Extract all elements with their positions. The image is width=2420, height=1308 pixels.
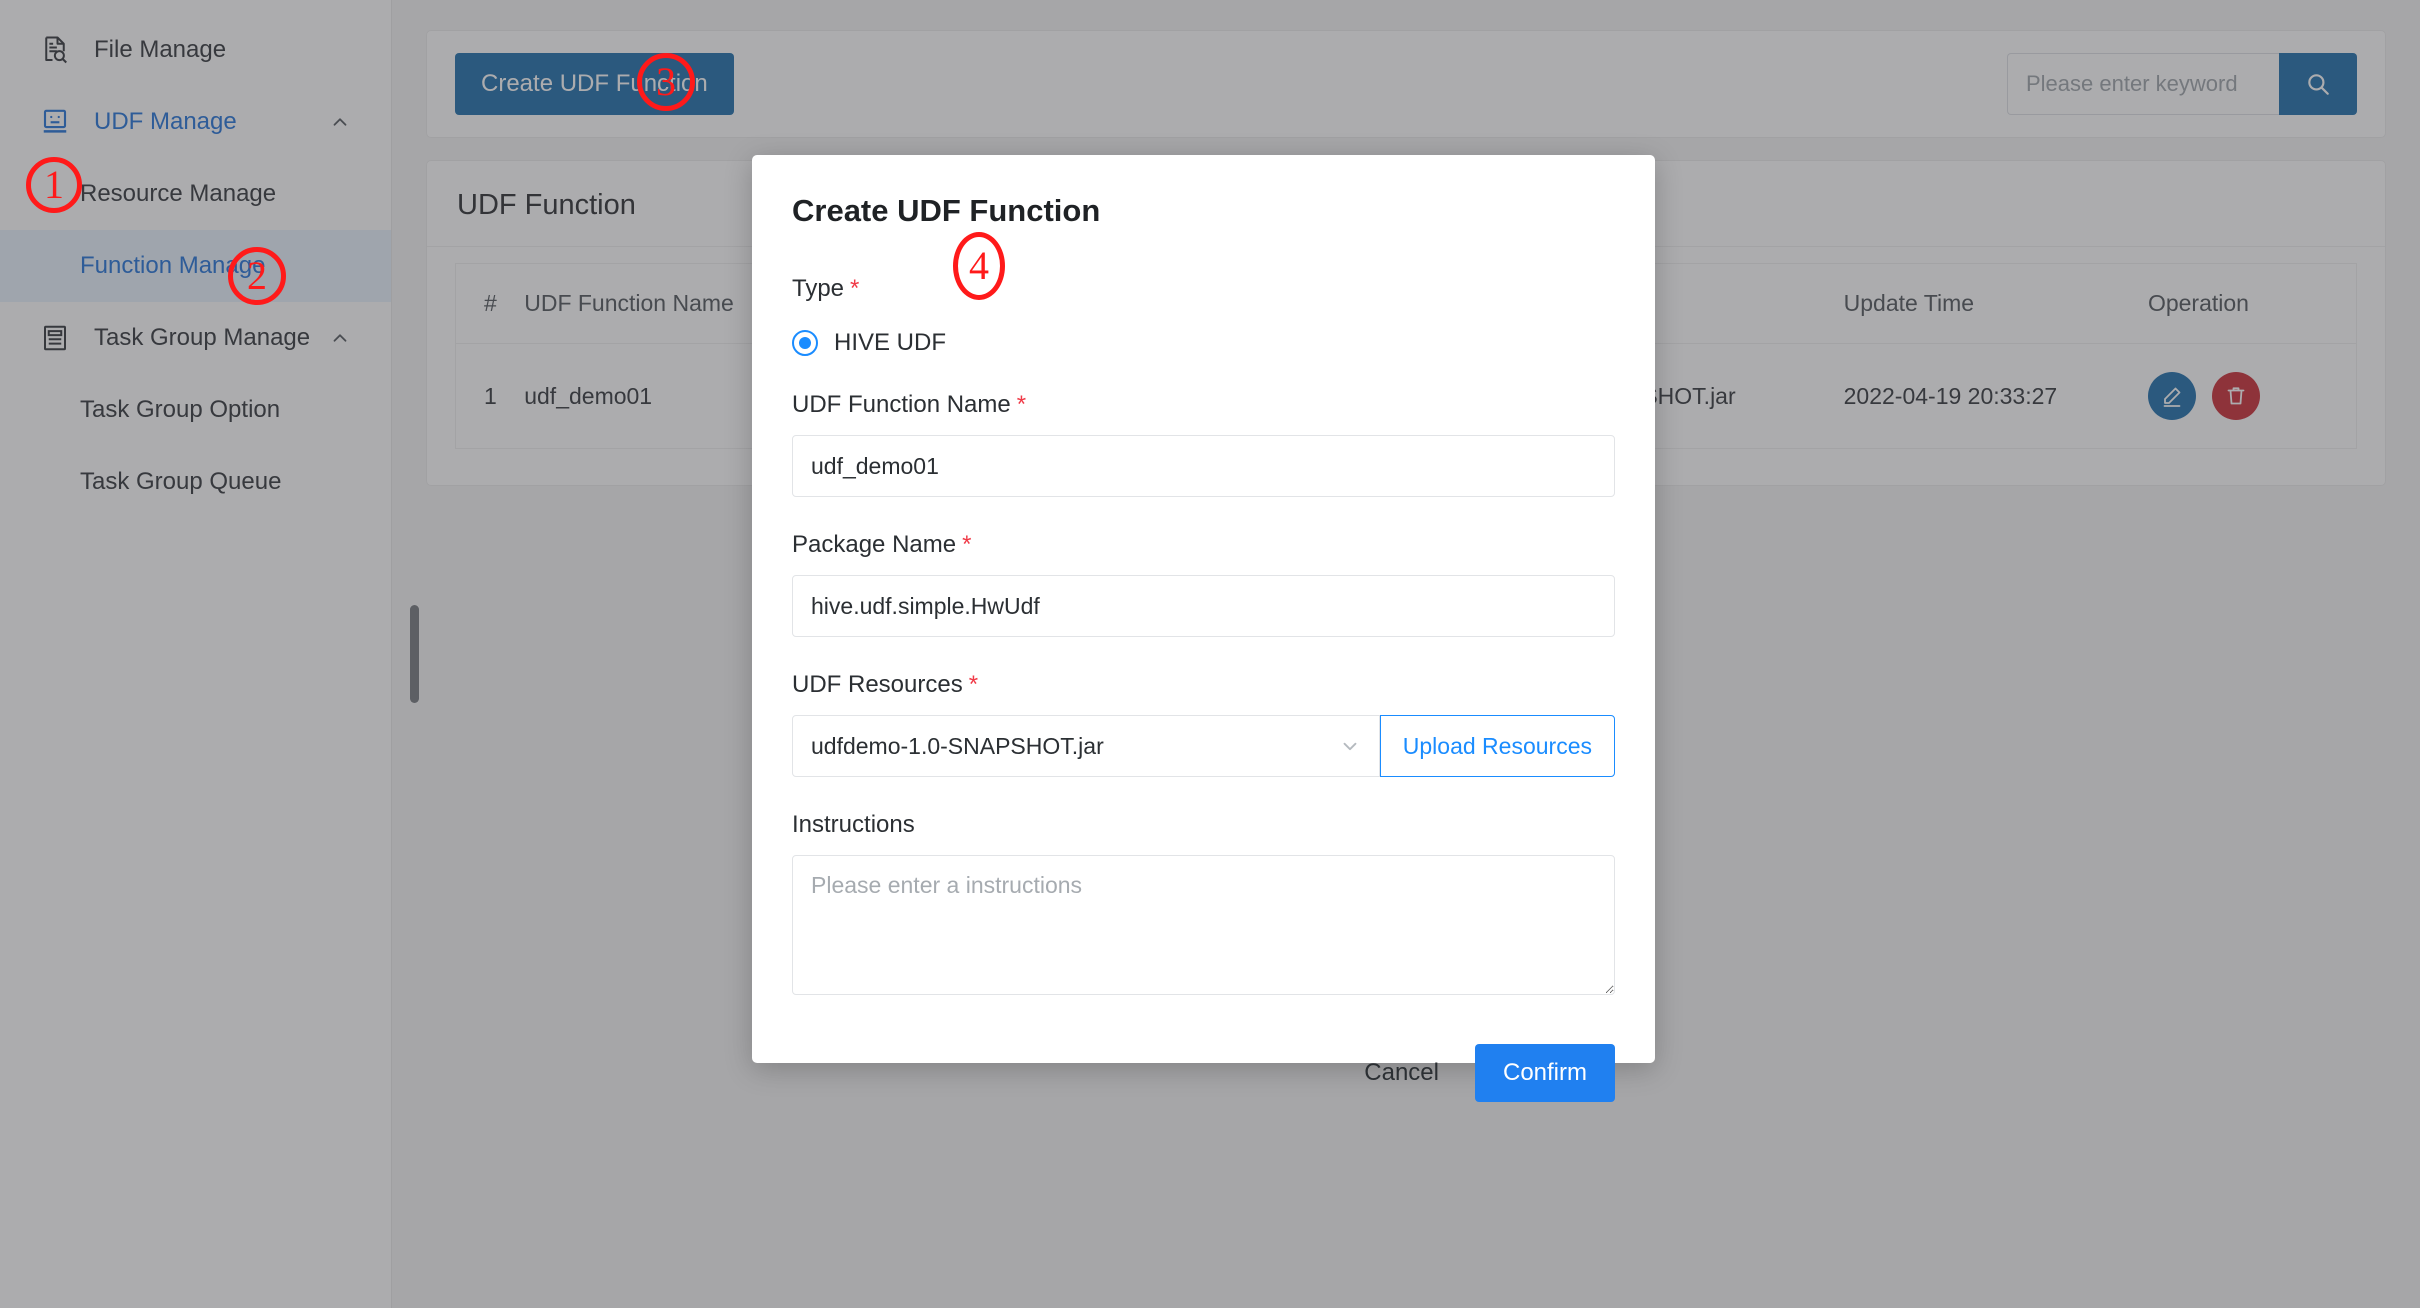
label-package-name: Package Name* [792, 531, 1615, 559]
instructions-textarea[interactable] [792, 855, 1615, 995]
dialog-footer: Cancel Confirm [792, 1044, 1615, 1102]
package-name-input[interactable] [792, 575, 1615, 637]
field-instructions: Instructions [792, 811, 1615, 1000]
app-root: File Manage UDF Manage [0, 0, 2420, 1308]
label-udf-resources: UDF Resources* [792, 671, 1615, 699]
required-asterisk: * [1017, 391, 1026, 418]
udf-resources-select[interactable]: udfdemo-1.0-SNAPSHOT.jar [792, 715, 1380, 777]
udf-resources-row: udfdemo-1.0-SNAPSHOT.jar Upload Resource… [792, 715, 1615, 777]
required-asterisk: * [962, 531, 971, 558]
field-udf-resources: UDF Resources* udfdemo-1.0-SNAPSHOT.jar … [792, 671, 1615, 777]
cancel-button[interactable]: Cancel [1354, 1049, 1449, 1097]
label-type-text: Type [792, 275, 844, 302]
label-package-name-text: Package Name [792, 531, 956, 558]
upload-resources-button[interactable]: Upload Resources [1380, 715, 1615, 777]
label-udf-function-name-text: UDF Function Name [792, 391, 1011, 418]
confirm-button[interactable]: Confirm [1475, 1044, 1615, 1102]
create-udf-function-dialog: Create UDF Function Type* HIVE UDF UDF F… [752, 155, 1655, 1063]
field-udf-function-name: UDF Function Name* [792, 391, 1615, 497]
label-udf-resources-text: UDF Resources [792, 671, 963, 698]
label-instructions: Instructions [792, 811, 1615, 839]
label-udf-function-name: UDF Function Name* [792, 391, 1615, 419]
radio-dot [799, 337, 811, 349]
udf-function-name-input[interactable] [792, 435, 1615, 497]
udf-resources-selected-value: udfdemo-1.0-SNAPSHOT.jar [811, 733, 1104, 760]
radio-label: HIVE UDF [834, 329, 946, 357]
required-asterisk: * [850, 275, 859, 302]
dialog-title: Create UDF Function [792, 193, 1615, 229]
radio-indicator-selected[interactable] [792, 330, 818, 356]
chevron-down-icon [1339, 735, 1361, 757]
required-asterisk: * [969, 671, 978, 698]
field-package-name: Package Name* [792, 531, 1615, 637]
radio-hive-udf[interactable]: HIVE UDF [792, 329, 1615, 357]
label-type: Type* [792, 275, 1615, 303]
field-type: Type* HIVE UDF [792, 275, 1615, 357]
